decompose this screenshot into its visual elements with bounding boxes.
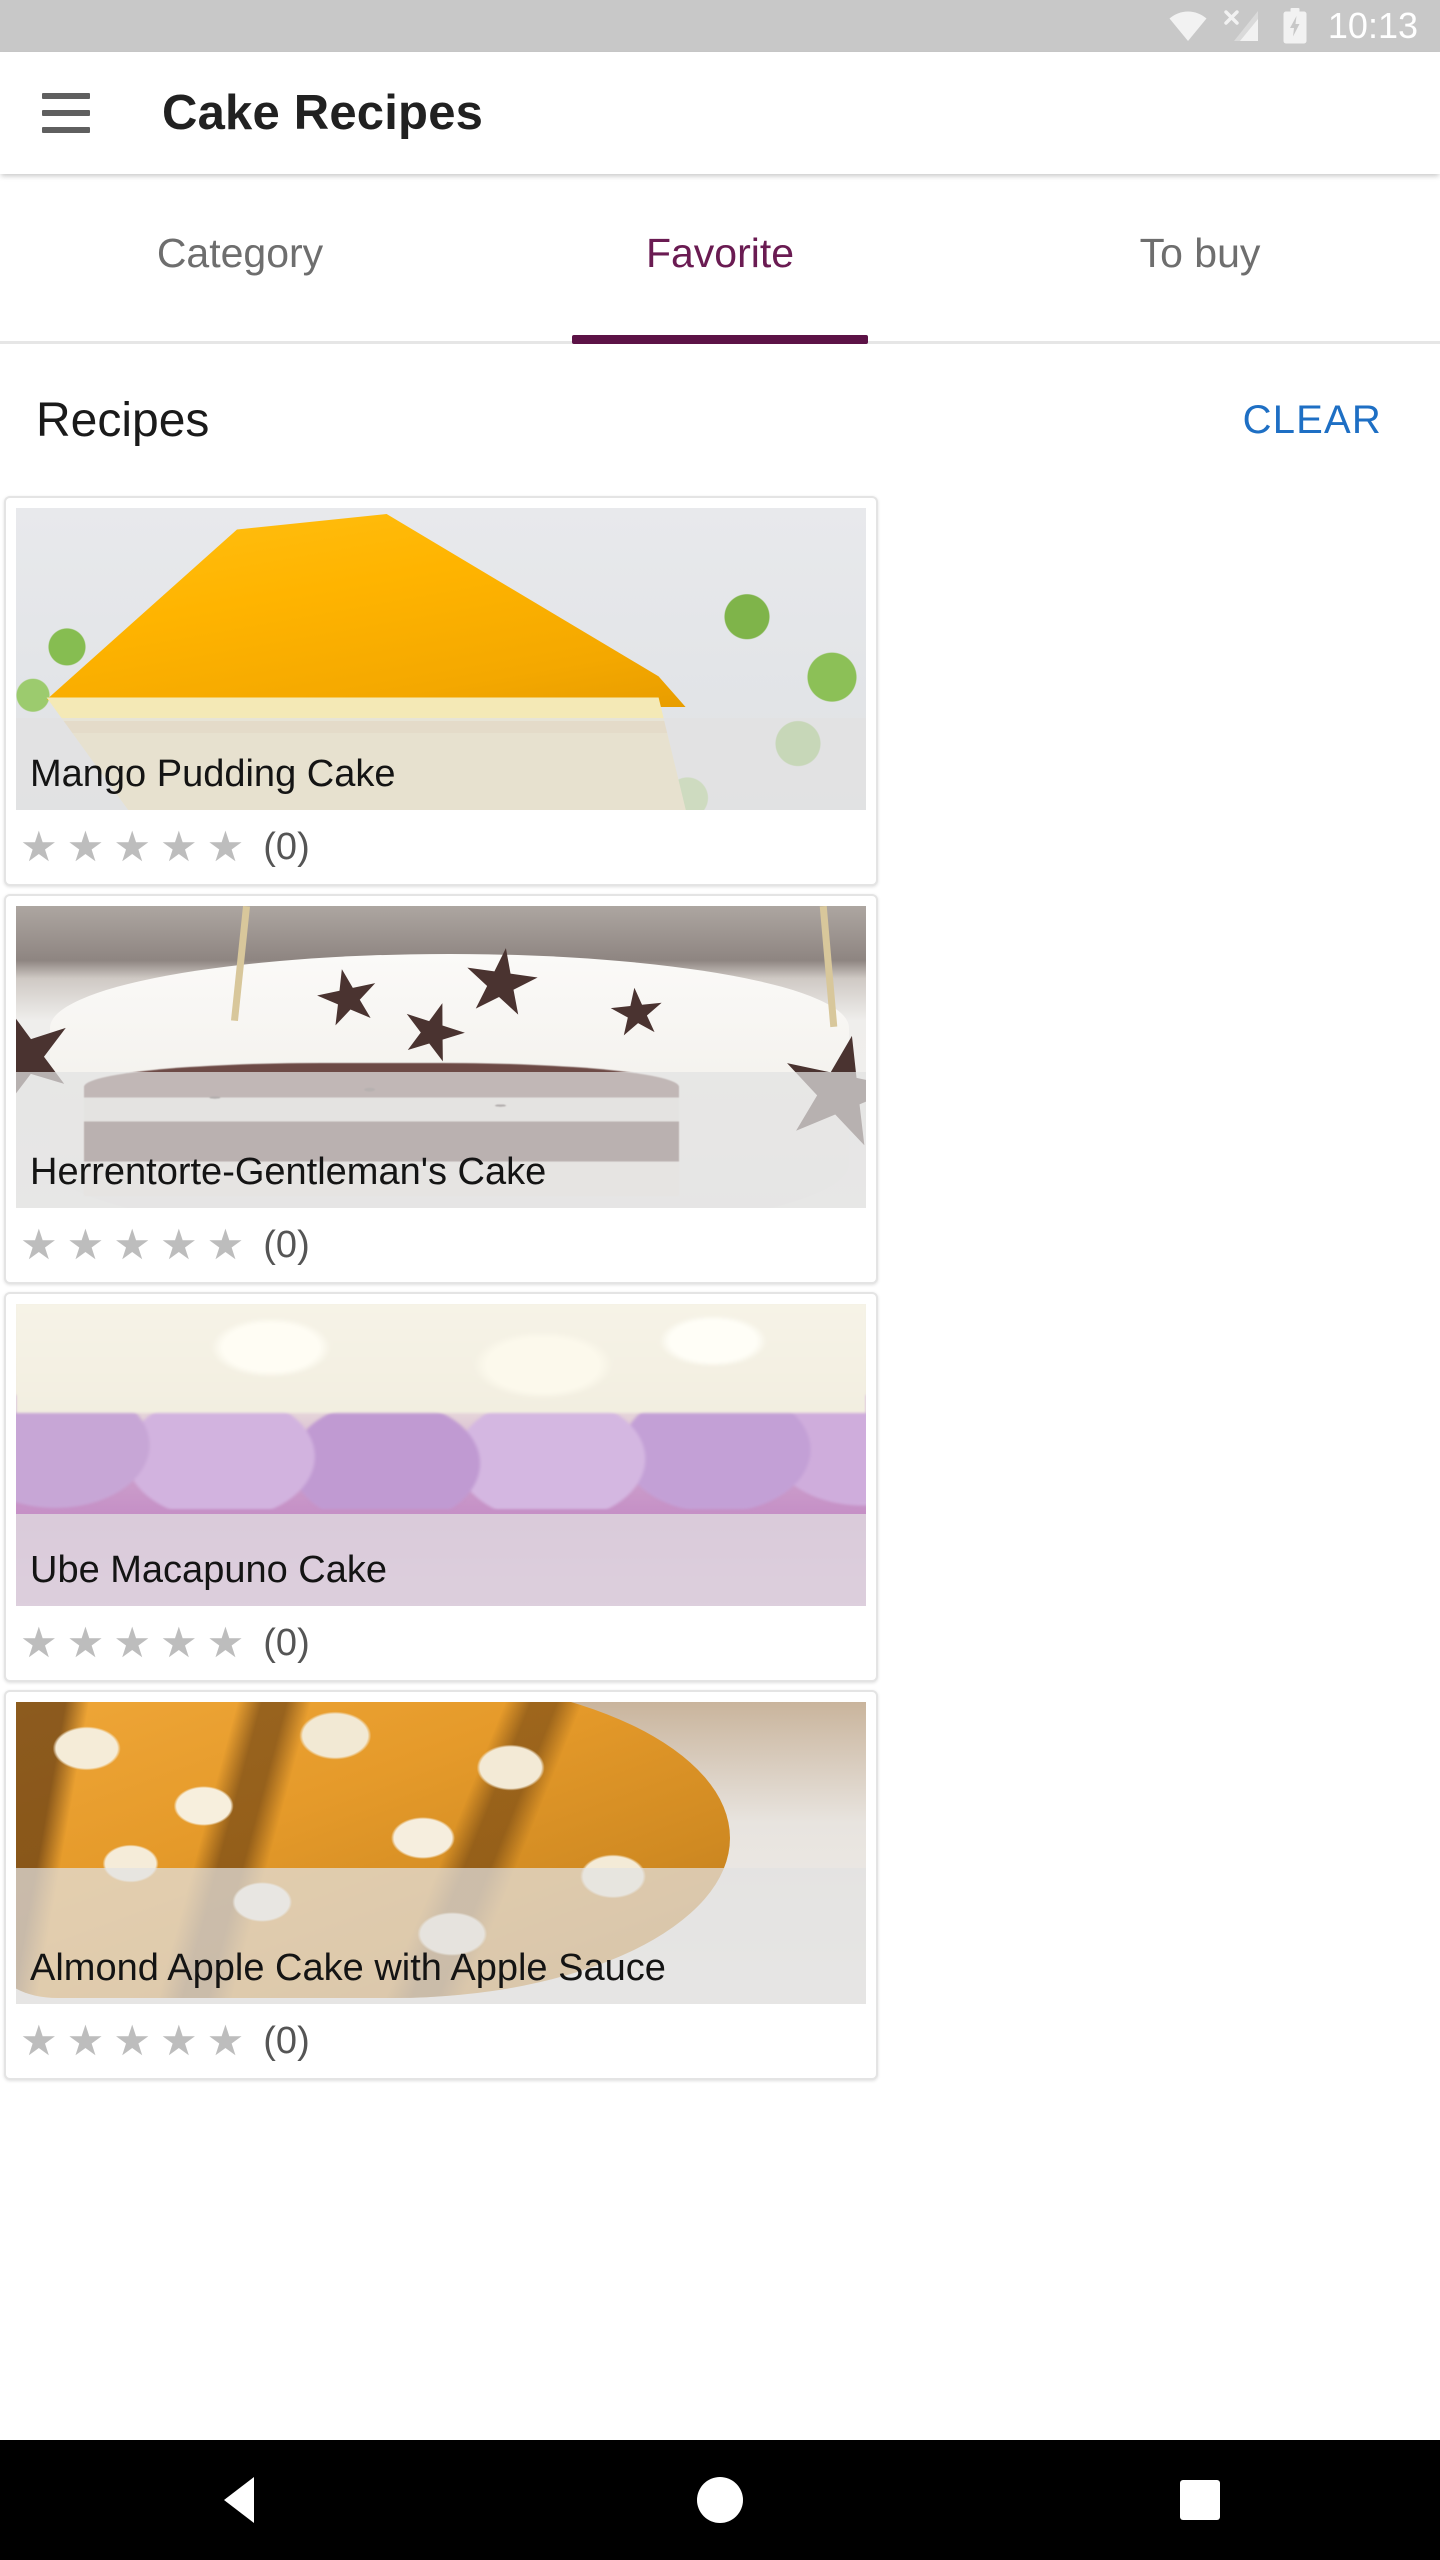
recipe-card[interactable]: Ube Macapuno Cake ★ ★ ★ ★ ★ (0) [4, 1292, 878, 1682]
decor-skewer [819, 906, 838, 1027]
star-rating[interactable]: ★ ★ ★ ★ ★ [20, 1224, 244, 1266]
star-icon[interactable]: ★ [207, 2020, 245, 2062]
status-bar: 10:13 [0, 0, 1440, 52]
battery-charging-icon [1283, 8, 1307, 44]
star-icon[interactable]: ★ [20, 1224, 58, 1266]
recipe-thumbnail: Almond Apple Cake with Apple Sauce [16, 1702, 866, 2004]
back-button[interactable] [140, 2440, 340, 2560]
empty-space [0, 2260, 1440, 2440]
star-icon[interactable]: ★ [160, 1224, 198, 1266]
recents-button[interactable] [1100, 2440, 1300, 2560]
app-bar: Cake Recipes [0, 52, 1440, 174]
tab-to-buy-label: To buy [1139, 230, 1261, 276]
star-icon[interactable]: ★ [207, 1622, 245, 1664]
star-icon[interactable]: ★ [67, 1224, 105, 1266]
tab-to-buy[interactable]: To buy [960, 174, 1440, 341]
home-icon [697, 2477, 743, 2523]
tab-bar: Category Favorite To buy [0, 174, 1440, 344]
recents-icon [1180, 2480, 1220, 2520]
star-icon[interactable]: ★ [113, 826, 151, 868]
decor-skewer [231, 906, 250, 1021]
star-icon[interactable]: ★ [113, 1622, 151, 1664]
clear-button[interactable]: CLEAR [1231, 388, 1394, 453]
recipe-title: Almond Apple Cake with Apple Sauce [16, 1868, 866, 2004]
app-screen: 10:13 Cake Recipes Category Favorite To … [0, 0, 1440, 2560]
rating-count: (0) [263, 2020, 310, 2062]
decor-chocolate-star [312, 963, 385, 1034]
recipe-rating[interactable]: ★ ★ ★ ★ ★ (0) [6, 810, 876, 884]
star-icon[interactable]: ★ [160, 2020, 198, 2062]
tab-favorite[interactable]: Favorite [480, 174, 960, 341]
star-icon[interactable]: ★ [67, 1622, 105, 1664]
section-title: Recipes [36, 393, 210, 447]
recipe-card[interactable]: Almond Apple Cake with Apple Sauce ★ ★ ★… [4, 1690, 878, 2080]
status-clock: 10:13 [1327, 5, 1418, 46]
rating-count: (0) [263, 1622, 310, 1664]
rating-count: (0) [263, 826, 310, 868]
star-icon[interactable]: ★ [20, 1622, 58, 1664]
star-rating[interactable]: ★ ★ ★ ★ ★ [20, 2020, 244, 2062]
star-icon[interactable]: ★ [207, 826, 245, 868]
wifi-icon [1169, 11, 1207, 41]
tab-category[interactable]: Category [0, 174, 480, 341]
recipe-rating[interactable]: ★ ★ ★ ★ ★ (0) [6, 1606, 876, 1680]
page-title: Cake Recipes [162, 86, 484, 140]
star-icon[interactable]: ★ [113, 1224, 151, 1266]
back-icon [224, 2477, 254, 2523]
recipe-rating[interactable]: ★ ★ ★ ★ ★ (0) [6, 1208, 876, 1282]
signal-no-sim-icon [1224, 10, 1258, 41]
android-navigation-bar [0, 2440, 1440, 2560]
star-icon[interactable]: ★ [207, 1224, 245, 1266]
recipe-card[interactable]: Mango Pudding Cake ★ ★ ★ ★ ★ (0) [4, 496, 878, 886]
star-icon[interactable]: ★ [113, 2020, 151, 2062]
star-icon[interactable]: ★ [20, 826, 58, 868]
tab-favorite-label: Favorite [645, 230, 795, 276]
star-icon[interactable]: ★ [160, 1622, 198, 1664]
tab-category-label: Category [156, 230, 324, 276]
decor-chocolate-star [393, 993, 472, 1070]
recipe-title: Mango Pudding Cake [16, 718, 866, 810]
star-icon[interactable]: ★ [67, 826, 105, 868]
recipe-thumbnail: Mango Pudding Cake [16, 508, 866, 810]
recipe-card[interactable]: Herrentorte-Gentleman's Cake ★ ★ ★ ★ ★ (… [4, 894, 878, 1284]
recipe-grid: Mango Pudding Cake ★ ★ ★ ★ ★ (0) Herrent… [0, 496, 1440, 2260]
section-header: Recipes CLEAR [0, 344, 1440, 496]
decor-chocolate-star [459, 943, 542, 1023]
star-icon[interactable]: ★ [67, 2020, 105, 2062]
recipe-title: Herrentorte-Gentleman's Cake [16, 1072, 866, 1208]
recipe-title: Ube Macapuno Cake [16, 1514, 866, 1606]
star-icon[interactable]: ★ [20, 2020, 58, 2062]
star-rating[interactable]: ★ ★ ★ ★ ★ [20, 826, 244, 868]
home-button[interactable] [620, 2440, 820, 2560]
hamburger-menu-icon[interactable] [42, 93, 90, 133]
star-icon[interactable]: ★ [160, 826, 198, 868]
recipe-thumbnail: Herrentorte-Gentleman's Cake [16, 906, 866, 1208]
recipe-rating[interactable]: ★ ★ ★ ★ ★ (0) [6, 2004, 876, 2078]
recipe-thumbnail: Ube Macapuno Cake [16, 1304, 866, 1606]
rating-count: (0) [263, 1224, 310, 1266]
star-rating[interactable]: ★ ★ ★ ★ ★ [20, 1622, 244, 1664]
decor-chocolate-star [608, 985, 666, 1041]
